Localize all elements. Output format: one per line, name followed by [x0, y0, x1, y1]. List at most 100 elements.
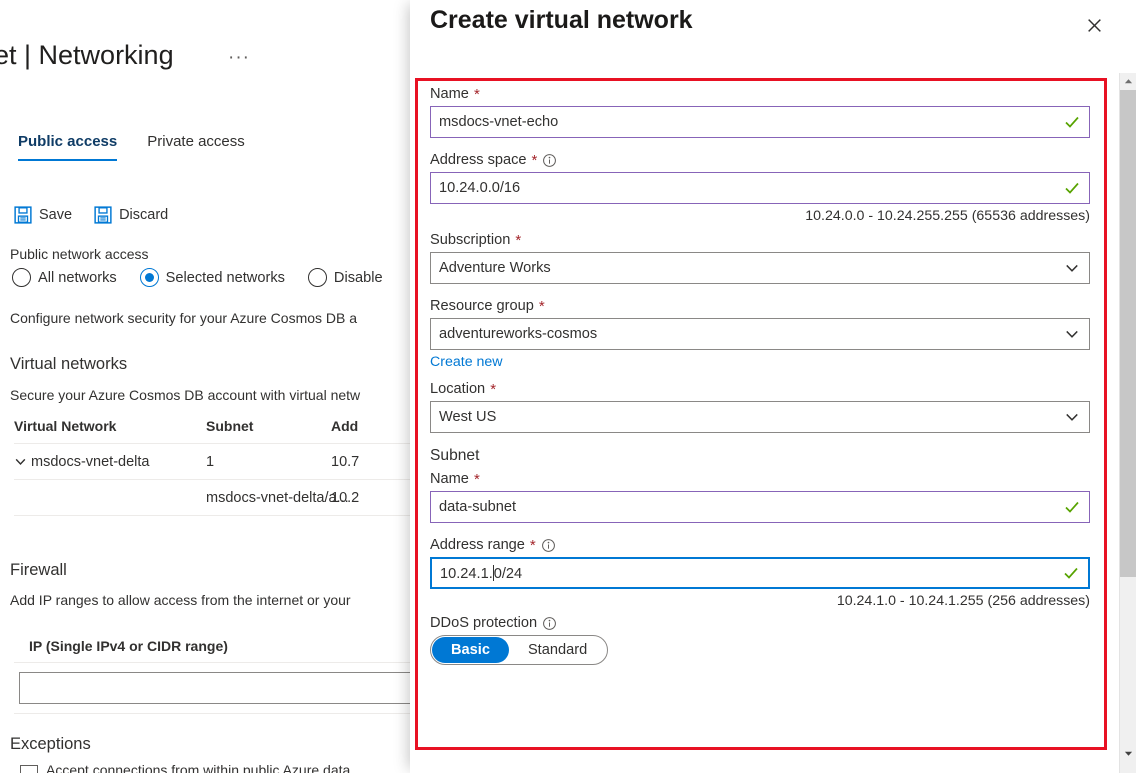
- address-space-input[interactable]: 10.24.0.0/16: [430, 172, 1090, 204]
- radio-disable[interactable]: [308, 268, 327, 287]
- close-icon: [1086, 17, 1103, 39]
- public-network-access-radiogroup: All networks Selected networks Disable: [12, 268, 399, 287]
- table-row[interactable]: msdocs-vnet-delta/a... 10.2: [14, 479, 420, 515]
- close-button[interactable]: [1078, 12, 1110, 44]
- required-asterisk: *: [530, 538, 536, 553]
- radio-selected-networks-label: Selected networks: [166, 270, 285, 286]
- ip-range-input[interactable]: [19, 672, 419, 704]
- address-range-value-after-caret: 0/24: [494, 566, 522, 582]
- subnet-name-value: data-subnet: [431, 499, 516, 515]
- radio-all-networks[interactable]: [12, 268, 31, 287]
- address-range-hint: 10.24.1.0 - 10.24.1.255 (256 addresses): [430, 593, 1090, 609]
- firewall-table-rule-bottom: [14, 713, 420, 714]
- tab-private-access[interactable]: Private access: [147, 133, 245, 161]
- radio-all-networks-label: All networks: [38, 270, 117, 286]
- scroll-down-button[interactable]: [1120, 745, 1136, 762]
- radio-disable-label: Disable: [334, 270, 383, 286]
- address-range-input[interactable]: 10.24.1.0/24: [430, 557, 1090, 589]
- resource-group-dropdown[interactable]: adventureworks-cosmos: [430, 318, 1090, 350]
- more-actions-icon[interactable]: ···: [228, 47, 250, 69]
- required-asterisk: *: [474, 87, 480, 102]
- discard-icon: [94, 206, 112, 224]
- required-asterisk: *: [474, 472, 480, 487]
- panel-scrollbar[interactable]: [1119, 73, 1136, 773]
- required-asterisk: *: [539, 299, 545, 314]
- chevron-down-icon: [1065, 410, 1079, 424]
- chevron-down-icon: [1065, 327, 1079, 341]
- name-label: Name *: [430, 86, 1092, 102]
- location-dropdown[interactable]: West US: [430, 401, 1090, 433]
- blade-title: et | Networking: [0, 40, 174, 71]
- save-button[interactable]: Save: [14, 206, 72, 224]
- address-range-value-before-caret: 10.24.1.: [440, 566, 493, 582]
- scrollbar-thumb[interactable]: [1120, 90, 1136, 577]
- save-label: Save: [39, 207, 72, 223]
- subscription-dropdown[interactable]: Adventure Works: [430, 252, 1090, 284]
- cell-address: 10.2: [331, 490, 411, 506]
- firewall-table-rule: [14, 662, 420, 663]
- column-subnet: Subnet: [206, 418, 331, 434]
- resource-group-value: adventureworks-cosmos: [431, 326, 597, 342]
- address-space-hint: 10.24.0.0 - 10.24.255.255 (65536 address…: [430, 208, 1090, 224]
- location-label: Location *: [430, 381, 1092, 397]
- firewall-desc: Add IP ranges to allow access from the i…: [10, 592, 351, 608]
- firewall-heading: Firewall: [10, 561, 67, 580]
- address-space-value: 10.24.0.0/16: [431, 180, 520, 196]
- address-space-label: Address space *: [430, 152, 1092, 168]
- cell-virtual-network: msdocs-vnet-delta: [31, 454, 149, 470]
- valid-check-icon: [1063, 565, 1079, 581]
- required-asterisk: *: [532, 153, 538, 168]
- virtual-networks-table: Virtual Network Subnet Add msdocs-vnet-d…: [14, 418, 420, 516]
- radio-selected-networks[interactable]: [140, 268, 159, 287]
- chevron-down-icon[interactable]: [14, 455, 27, 468]
- ddos-protection-toggle[interactable]: Basic Standard: [430, 635, 608, 665]
- address-range-label: Address range *: [430, 537, 1092, 553]
- cell-subnet: 1: [206, 454, 331, 470]
- table-row[interactable]: msdocs-vnet-delta 1 10.7: [14, 443, 420, 479]
- create-new-resource-group-link[interactable]: Create new: [430, 354, 503, 370]
- tab-public-access[interactable]: Public access: [18, 133, 117, 161]
- ip-column-label: IP (Single IPv4 or CIDR range): [29, 638, 228, 654]
- ddos-option-basic[interactable]: Basic: [432, 637, 509, 663]
- name-input[interactable]: msdocs-vnet-echo: [430, 106, 1090, 138]
- exceptions-item-label: Accept connections from within public Az…: [46, 762, 350, 773]
- table-header-row: Virtual Network Subnet Add: [14, 418, 420, 443]
- ddos-option-standard[interactable]: Standard: [509, 637, 606, 663]
- configure-network-security-desc: Configure network security for your Azur…: [10, 310, 357, 326]
- column-virtual-network: Virtual Network: [14, 418, 206, 434]
- exceptions-checkbox[interactable]: [20, 765, 38, 773]
- subnet-name-label: Name *: [430, 471, 1092, 487]
- location-value: West US: [431, 409, 496, 425]
- column-address: Add: [331, 418, 411, 434]
- subscription-label: Subscription *: [430, 232, 1092, 248]
- valid-check-icon: [1064, 114, 1080, 130]
- ddos-protection-label: DDoS protection: [430, 615, 1092, 631]
- subnet-section-heading: Subnet: [430, 447, 1092, 465]
- info-icon[interactable]: [542, 616, 557, 631]
- name-value: msdocs-vnet-echo: [431, 114, 558, 130]
- info-icon[interactable]: [541, 538, 556, 553]
- required-asterisk: *: [490, 382, 496, 397]
- subnet-name-input[interactable]: data-subnet: [430, 491, 1090, 523]
- discard-button[interactable]: Discard: [94, 206, 168, 224]
- panel-title: Create virtual network: [430, 6, 693, 35]
- cell-address: 10.7: [331, 454, 411, 470]
- subscription-value: Adventure Works: [431, 260, 551, 276]
- info-icon[interactable]: [542, 153, 557, 168]
- valid-check-icon: [1064, 180, 1080, 196]
- virtual-networks-desc: Secure your Azure Cosmos DB account with…: [10, 387, 360, 403]
- exceptions-heading: Exceptions: [10, 735, 91, 754]
- create-virtual-network-panel: Create virtual network Name *: [410, 0, 1136, 773]
- scroll-up-button[interactable]: [1120, 73, 1136, 90]
- cell-subnet: msdocs-vnet-delta/a...: [206, 490, 331, 506]
- create-vnet-form: Name * msdocs-vnet-echo Address space * …: [430, 86, 1092, 665]
- chevron-down-icon: [1065, 261, 1079, 275]
- resource-group-label: Resource group *: [430, 298, 1092, 314]
- save-icon: [14, 206, 32, 224]
- table-bottom-rule: [14, 515, 420, 516]
- discard-label: Discard: [119, 207, 168, 223]
- blade-toolbar: Save Discard: [14, 206, 168, 224]
- public-network-access-label: Public network access: [10, 246, 149, 262]
- blade-tabs: Public access Private access: [18, 133, 245, 161]
- required-asterisk: *: [515, 233, 521, 248]
